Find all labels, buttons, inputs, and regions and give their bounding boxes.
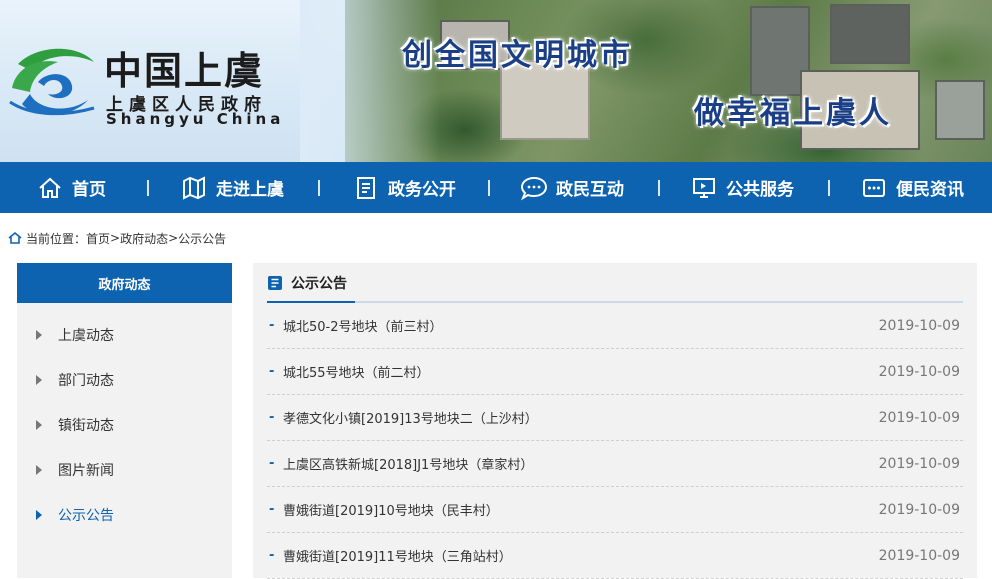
home-icon <box>36 174 64 202</box>
sidebar-item-label: 部门动态 <box>58 373 114 389</box>
site-logo-icon[interactable] <box>8 44 96 122</box>
list-item-title[interactable]: 曹娥街道[2019]11号地块（三角站村） <box>283 546 870 565</box>
breadcrumb-link-announcements[interactable]: 公示公告 <box>178 230 226 247</box>
breadcrumb-separator: > <box>110 231 121 245</box>
nav-divider <box>658 180 660 196</box>
nav-item-explore[interactable]: 走进上虞 <box>180 162 284 213</box>
logo-english: Shangyu China <box>106 110 285 128</box>
nav-item-convenience[interactable]: 便民资讯 <box>860 162 964 213</box>
map-icon <box>180 174 208 202</box>
panel-header: 公示公告 <box>267 273 963 303</box>
list-item-date: 2019-10-09 <box>878 409 960 426</box>
list-bullet: - <box>269 410 275 425</box>
sidebar-item-shangyu-news[interactable]: 上虞动态 <box>17 315 232 355</box>
list-item-title[interactable]: 上虞区高铁新城[2018]J1号地块（章家村） <box>283 454 870 473</box>
caret-right-icon <box>36 465 42 475</box>
list-item-title[interactable]: 城北55号地块（前二村） <box>283 362 870 381</box>
nav-item-home[interactable]: 首页 <box>36 162 106 213</box>
announcement-panel: 公示公告 - 城北50-2号地块（前三村） 2019-10-09 - 城北55号… <box>253 263 977 579</box>
list-item[interactable]: - 孝德文化小镇[2019]13号地块二（上沙村） 2019-10-09 <box>267 395 963 441</box>
list-bullet: - <box>269 364 275 379</box>
slogan-civilized-city: 创全国文明城市 <box>402 38 633 73</box>
sidebar-item-department-news[interactable]: 部门动态 <box>17 360 232 400</box>
nav-divider <box>488 180 490 196</box>
list-item[interactable]: - 上虞区高铁新城[2018]J1号地块（章家村） 2019-10-09 <box>267 441 963 487</box>
nav-label-public-service: 公共服务 <box>726 180 794 200</box>
logo-title: 中国上虞 <box>104 48 265 93</box>
list-item-date: 2019-10-09 <box>878 455 960 472</box>
chat-icon <box>520 174 548 202</box>
sidebar-item-label: 镇街动态 <box>58 418 114 434</box>
info-icon <box>860 174 888 202</box>
breadcrumb-link-home[interactable]: 首页 <box>86 230 110 247</box>
sidebar: 政府动态 上虞动态 部门动态 镇街动态 图片新闻 公示公告 <box>17 263 232 578</box>
panel-title: 公示公告 <box>291 276 347 292</box>
breadcrumb-link-gov-news[interactable]: 政府动态 <box>120 230 168 247</box>
sidebar-item-label: 上虞动态 <box>58 328 114 344</box>
sidebar-item-town-news[interactable]: 镇街动态 <box>17 405 232 445</box>
list-bullet: - <box>269 548 275 563</box>
nav-item-public-service[interactable]: 公共服务 <box>690 162 794 213</box>
document-icon <box>352 174 380 202</box>
nav-item-interaction[interactable]: 政民互动 <box>520 162 624 213</box>
sidebar-item-label: 图片新闻 <box>58 463 114 479</box>
caret-right-icon <box>36 420 42 430</box>
list-item-title[interactable]: 城北50-2号地块（前三村） <box>283 316 870 335</box>
sidebar-title: 政府动态 <box>17 263 232 303</box>
nav-label-interaction: 政民互动 <box>556 180 624 200</box>
home-icon <box>8 231 22 244</box>
nav-label-gov-affairs: 政务公开 <box>388 180 456 200</box>
breadcrumb: 当前位置： 首页 > 政府动态 > 公示公告 <box>8 229 226 247</box>
nav-divider <box>147 180 149 196</box>
document-icon <box>268 276 282 290</box>
list-item-date: 2019-10-09 <box>878 501 960 518</box>
sidebar-item-photo-news[interactable]: 图片新闻 <box>17 450 232 490</box>
breadcrumb-separator: > <box>168 231 179 245</box>
sidebar-item-announcements[interactable]: 公示公告 <box>17 495 232 535</box>
slogan-happy-shangyu: 做幸福上虞人 <box>694 96 892 131</box>
list-bullet: - <box>269 502 275 517</box>
caret-right-icon <box>36 510 42 520</box>
list-item-title[interactable]: 孝德文化小镇[2019]13号地块二（上沙村） <box>283 408 870 427</box>
sidebar-item-label: 公示公告 <box>58 508 114 524</box>
nav-label-convenience: 便民资讯 <box>896 180 964 200</box>
list-item-date: 2019-10-09 <box>878 363 960 380</box>
list-item[interactable]: - 城北55号地块（前二村） 2019-10-09 <box>267 349 963 395</box>
caret-right-icon <box>36 330 42 340</box>
nav-label-explore: 走进上虞 <box>216 180 284 200</box>
list-item[interactable]: - 曹娥街道[2019]10号地块（民丰村） 2019-10-09 <box>267 487 963 533</box>
breadcrumb-prefix: 当前位置： <box>26 231 87 246</box>
caret-right-icon <box>36 375 42 385</box>
nav-divider <box>318 180 320 196</box>
nav-divider <box>828 180 830 196</box>
list-item-date: 2019-10-09 <box>878 317 960 334</box>
list-item[interactable]: - 曹娥街道[2019]11号地块（三角站村） 2019-10-09 <box>267 533 963 579</box>
list-bullet: - <box>269 456 275 471</box>
list-item-title[interactable]: 曹娥街道[2019]10号地块（民丰村） <box>283 500 870 519</box>
monitor-icon <box>690 174 718 202</box>
list-bullet: - <box>269 318 275 333</box>
nav-label-home: 首页 <box>72 180 106 200</box>
list-item[interactable]: - 城北50-2号地块（前三村） 2019-10-09 <box>267 303 963 349</box>
header-banner: 中国上虞 上虞区人民政府 Shangyu China 创全国文明城市 做幸福上虞… <box>0 0 992 162</box>
nav-item-gov-affairs[interactable]: 政务公开 <box>352 162 456 213</box>
list-item-date: 2019-10-09 <box>878 547 960 564</box>
